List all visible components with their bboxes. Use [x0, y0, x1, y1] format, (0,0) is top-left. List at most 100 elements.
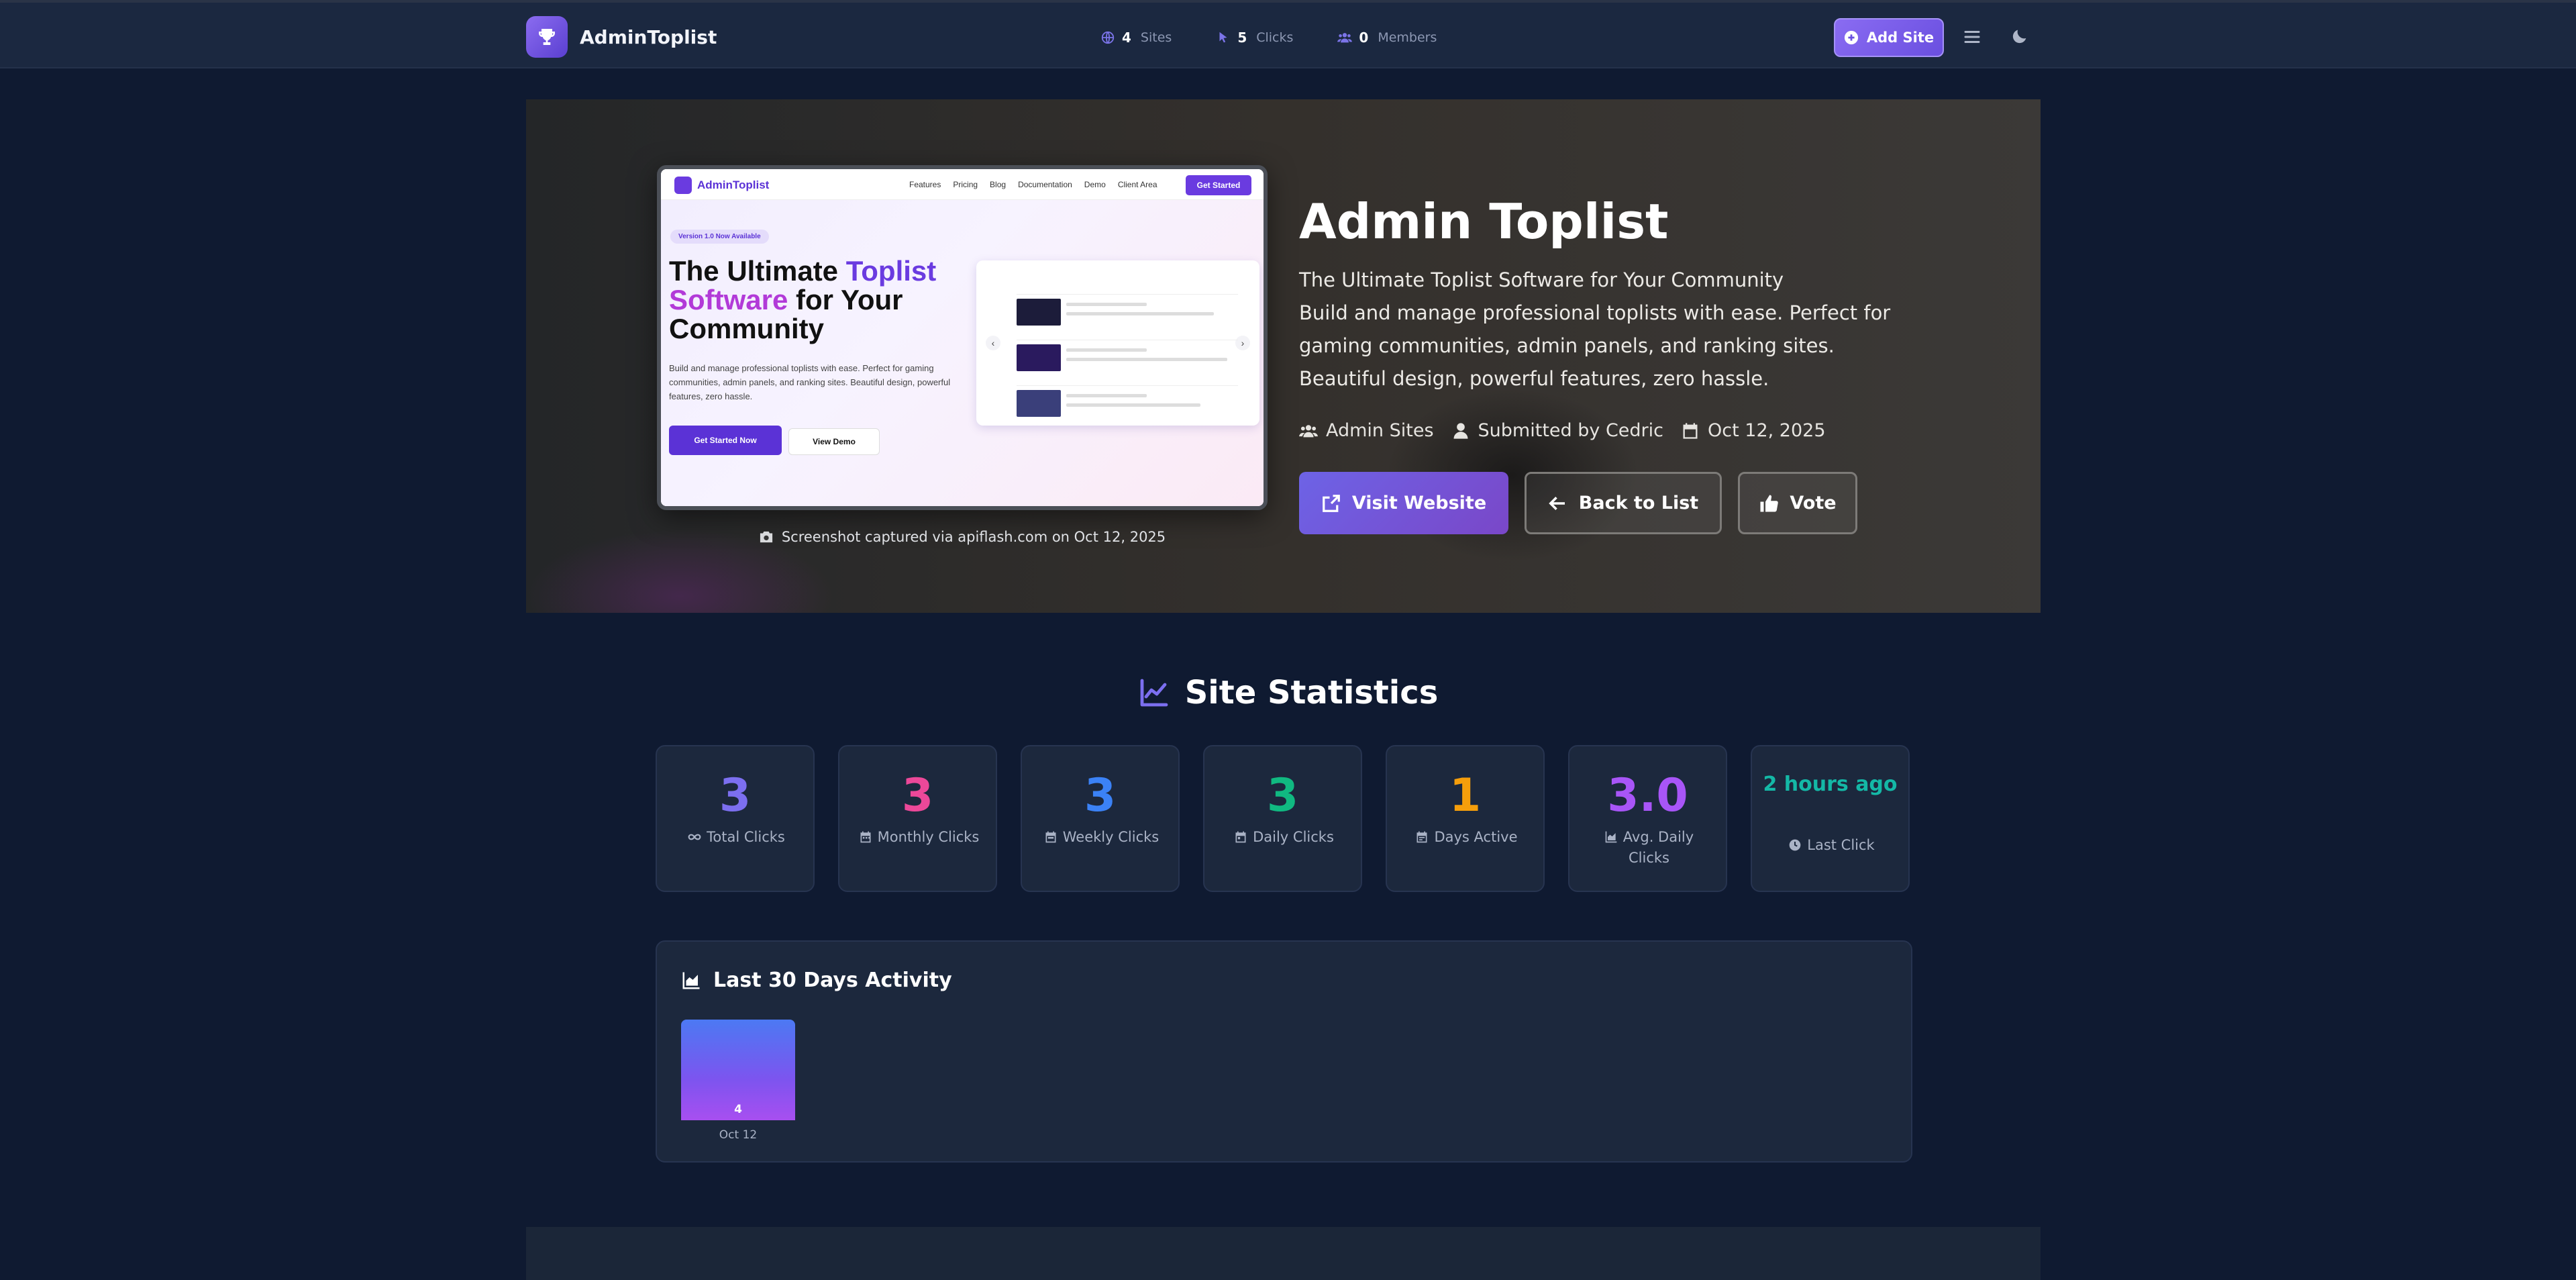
stat-value: 3	[901, 769, 934, 822]
vote-button[interactable]: Vote	[1738, 472, 1857, 534]
navstat-clicks: 5 Clicks	[1216, 30, 1293, 46]
category-text: Admin Sites	[1326, 420, 1434, 441]
stat-label: Days Active	[1400, 827, 1533, 848]
preview-brand: AdminToplist	[697, 179, 770, 191]
preview-version-pill: Version 1.0 Now Available	[670, 230, 769, 244]
preview-thumb	[1017, 344, 1061, 371]
navbar-stats: 4 Sites 5 Clicks 0 Members	[1100, 27, 1437, 48]
calendar-day-icon	[1235, 831, 1246, 843]
user-icon	[1453, 422, 1468, 439]
visit-label: Visit Website	[1351, 493, 1487, 513]
calendar-icon	[860, 831, 871, 843]
sites-label: Sites	[1140, 30, 1172, 45]
plus-circle-icon	[1844, 30, 1858, 45]
vote-label: Vote	[1790, 493, 1837, 513]
meta-category: Admin Sites	[1299, 420, 1434, 441]
brand-link[interactable]: AdminToplist	[526, 16, 717, 58]
preview-links: Features Pricing Blog Documentation Demo…	[909, 180, 1157, 189]
activity-bar-label: Oct 12	[719, 1128, 758, 1142]
clock-icon	[1789, 839, 1801, 851]
stat-label-text: Avg. Daily Clicks	[1622, 829, 1694, 866]
preview-primary-button: Get Started Now	[669, 426, 782, 455]
submitter-text: Submitted by Cedric	[1478, 420, 1663, 441]
stat-value: 1	[1449, 769, 1482, 822]
preview-carousel: ‹ ›	[976, 260, 1259, 426]
navstat-members: 0 Members	[1337, 30, 1437, 46]
stat-label: Daily Clicks	[1218, 827, 1350, 848]
stat-label-text: Monthly Clicks	[877, 829, 980, 845]
preview-logo: AdminToplist	[674, 177, 769, 194]
chart-area-icon	[1605, 831, 1617, 843]
external-link-icon	[1322, 494, 1340, 512]
chevron-left-icon: ‹	[986, 336, 1000, 350]
preview-link: Features	[909, 180, 941, 189]
preview-link: Demo	[1084, 180, 1106, 189]
globe-icon	[1101, 31, 1115, 44]
activity-chart: 4	[681, 1020, 1889, 1120]
preview-list-row	[1017, 340, 1238, 375]
stat-value: 3.0	[1607, 769, 1688, 822]
screenshot-caption: Screenshot captured via apiflash.com on …	[657, 529, 1268, 545]
preview-thumb	[1017, 390, 1061, 417]
preview-navbar: AdminToplist Features Pricing Blog Docum…	[661, 169, 1264, 200]
top-navbar: AdminToplist 4 Sites 5 Clicks 0 Members …	[0, 0, 2576, 68]
activity-heading: Last 30 Days Activity	[681, 969, 952, 992]
preview-link: Pricing	[953, 180, 978, 189]
stat-value: 3	[719, 769, 752, 822]
members-label: Members	[1378, 30, 1437, 45]
site-hero: AdminToplist Features Pricing Blog Docum…	[526, 99, 2041, 613]
site-description: The Ultimate Toplist Software for Your C…	[1299, 268, 1891, 390]
stat-label-text: Daily Clicks	[1253, 829, 1334, 845]
stat-label: Avg. Daily Clicks	[1583, 827, 1715, 869]
back-to-list-button[interactable]: Back to List	[1525, 472, 1722, 534]
stat-card-last-click: 2 hours ago Last Click	[1751, 745, 1910, 892]
stat-value: 3	[1266, 769, 1299, 822]
moon-icon[interactable]	[2010, 27, 2029, 46]
stat-label-text: Weekly Clicks	[1062, 829, 1160, 845]
members-count: 0	[1359, 30, 1369, 46]
preview-body: Version 1.0 Now Available The Ultimate T…	[661, 200, 1264, 506]
trophy-icon	[674, 177, 692, 194]
preview-line	[1066, 303, 1147, 306]
preview-line	[1066, 358, 1227, 361]
calendar-week-icon	[1045, 831, 1056, 843]
stat-card-weekly-clicks: 3 Weekly Clicks	[1021, 745, 1180, 892]
clicks-label: Clicks	[1256, 30, 1294, 45]
users-icon	[1299, 424, 1318, 437]
site-meta: Admin Sites Submitted by Cedric Oct 12, …	[1299, 420, 1826, 441]
navstat-sites: 4 Sites	[1100, 30, 1172, 46]
stat-card-days-active: 1 Days Active	[1386, 745, 1545, 892]
visit-website-button[interactable]: Visit Website	[1299, 472, 1508, 534]
stat-value: 3	[1084, 769, 1117, 822]
activity-bar: 4	[681, 1020, 795, 1120]
preview-line	[1066, 394, 1147, 397]
caption-text: Screenshot captured via apiflash.com on …	[781, 529, 1166, 545]
meta-date: Oct 12, 2025	[1681, 420, 1826, 441]
preview-h1-part: Toplist	[845, 255, 937, 287]
preview-cta: Get Started	[1186, 175, 1251, 195]
stat-card-daily-clicks: 3 Daily Clicks	[1203, 745, 1362, 892]
date-text: Oct 12, 2025	[1708, 420, 1826, 441]
chart-line-icon	[1140, 679, 1168, 707]
preview-paragraph: Build and manage professional toplists w…	[669, 363, 951, 401]
preview-secondary-button: View Demo	[788, 428, 880, 455]
camera-icon	[760, 531, 772, 543]
preview-line	[1066, 312, 1214, 315]
activity-panel: Last 30 Days Activity 4 Oct 12	[656, 940, 1912, 1163]
clicks-count: 5	[1237, 30, 1247, 46]
stat-label: Total Clicks	[670, 827, 803, 848]
statistics-title: Site Statistics	[1184, 674, 1439, 711]
stat-label-text: Total Clicks	[707, 829, 785, 845]
site-screenshot[interactable]: AdminToplist Features Pricing Blog Docum…	[657, 165, 1268, 510]
users-icon	[1337, 33, 1353, 43]
preview-line	[1066, 403, 1200, 407]
activity-title: Last 30 Days Activity	[713, 969, 952, 992]
add-site-button[interactable]: Add Site	[1834, 18, 1944, 57]
brand-name: AdminToplist	[580, 26, 717, 48]
thumbs-up-icon	[1760, 495, 1779, 512]
arrow-left-icon	[1549, 496, 1565, 510]
add-site-label: Add Site	[1866, 30, 1935, 46]
preview-headline: The Ultimate Toplist Software for Your Co…	[669, 256, 964, 343]
sites-count: 4	[1122, 30, 1131, 46]
menu-icon[interactable]	[1962, 27, 1982, 47]
